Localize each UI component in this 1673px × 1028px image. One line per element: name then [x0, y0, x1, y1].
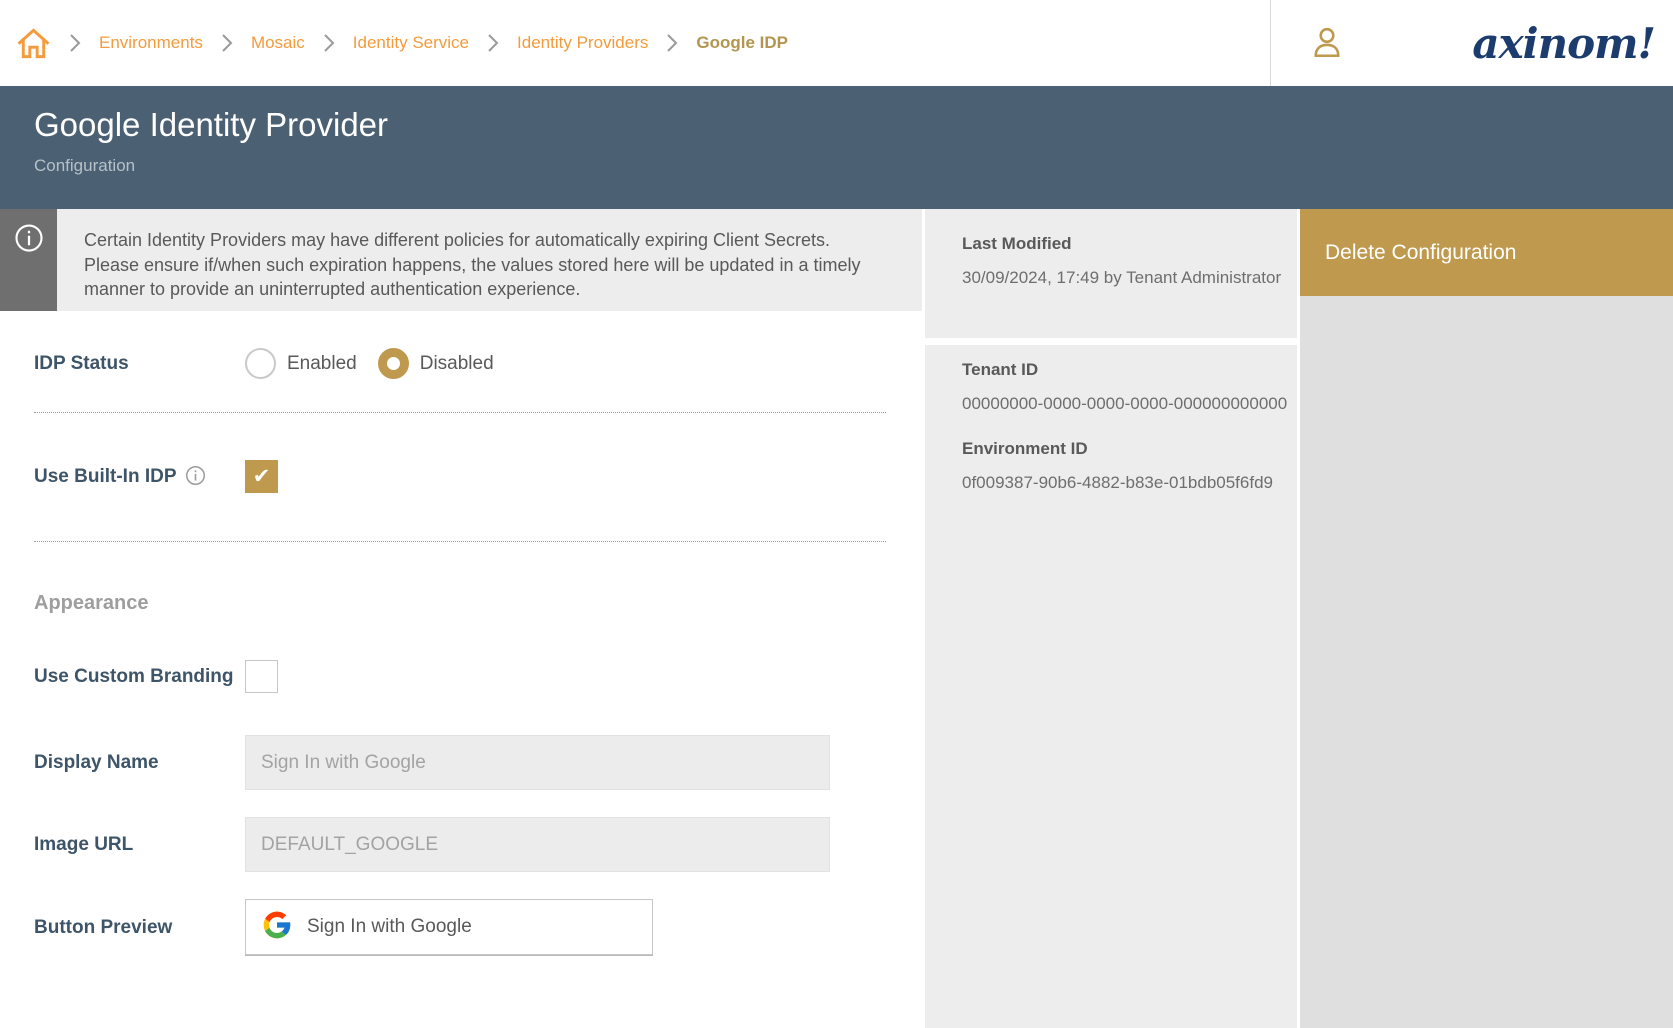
page-title: Google Identity Provider [34, 106, 1673, 144]
google-sign-in-button-preview: Sign In with Google [245, 899, 653, 955]
breadcrumb-mosaic[interactable]: Mosaic [251, 33, 305, 53]
main-column: Certain Identity Providers may have diff… [0, 209, 922, 1028]
info-banner-text: Certain Identity Providers may have diff… [57, 209, 922, 311]
tenant-id-label: Tenant ID [962, 360, 1279, 380]
use-built-in-idp-checkbox[interactable] [245, 460, 278, 493]
use-custom-branding-checkbox[interactable] [245, 660, 278, 693]
radio-option-enabled[interactable]: Enabled [245, 348, 378, 379]
use-built-in-idp-row: Use Built-In IDP [34, 460, 886, 493]
chevron-right-icon [487, 33, 499, 53]
button-preview-label: Button Preview [34, 916, 245, 939]
google-g-icon [261, 909, 293, 946]
use-built-in-idp-label: Use Built-In IDP [34, 465, 245, 488]
chevron-right-icon [666, 33, 678, 53]
ids-section: Tenant ID 00000000-0000-0000-0000-000000… [925, 345, 1297, 1028]
page-subtitle: Configuration [34, 156, 1673, 176]
info-circle-icon[interactable] [185, 465, 206, 486]
display-name-input[interactable] [245, 735, 830, 790]
dotted-separator [34, 412, 886, 413]
environment-id-label: Environment ID [962, 439, 1279, 459]
chevron-right-icon [323, 33, 335, 53]
radio-enabled[interactable] [245, 348, 276, 379]
image-url-input[interactable] [245, 817, 830, 872]
last-modified-section: Last Modified 30/09/2024, 17:49 by Tenan… [925, 209, 1297, 338]
radio-enabled-label: Enabled [287, 353, 357, 375]
breadcrumb-environments[interactable]: Environments [99, 33, 203, 53]
idp-status-row: IDP Status Enabled Disabled [34, 348, 886, 379]
top-bar-right: axinom! [1270, 0, 1673, 86]
image-url-row: Image URL [34, 817, 886, 872]
last-modified-value: 30/09/2024, 17:49 by Tenant Administrato… [962, 268, 1279, 288]
display-name-row: Display Name [34, 735, 886, 790]
radio-disabled[interactable] [378, 348, 409, 379]
button-preview-row: Button Preview Sign In with Google [34, 899, 886, 955]
breadcrumb-identity-service[interactable]: Identity Service [353, 33, 469, 53]
breadcrumb: Environments Mosaic Identity Service Ide… [0, 0, 1270, 86]
environment-id-group: Environment ID 0f009387-90b6-4882-b83e-0… [962, 439, 1279, 493]
app-root: Environments Mosaic Identity Service Ide… [0, 0, 1673, 1028]
info-circle-icon [14, 223, 44, 311]
chevron-right-icon [69, 33, 81, 53]
metadata-panel: Last Modified 30/09/2024, 17:49 by Tenan… [925, 209, 1297, 1028]
top-bar: Environments Mosaic Identity Service Ide… [0, 0, 1673, 86]
page-header: Google Identity Provider Configuration [0, 86, 1673, 209]
axinom-logo: axinom! [1472, 19, 1655, 68]
chevron-right-icon [221, 33, 233, 53]
info-banner-icon-box [0, 209, 57, 311]
tenant-id-value: 00000000-0000-0000-0000-000000000000 [962, 394, 1279, 414]
radio-disabled-label: Disabled [420, 353, 494, 375]
environment-id-value: 0f009387-90b6-4882-b83e-01bdb05f6fd9 [962, 473, 1279, 493]
use-custom-branding-row: Use Custom Branding [34, 660, 886, 693]
breadcrumb-current-google-idp: Google IDP [696, 33, 788, 53]
user-icon[interactable] [1309, 25, 1345, 61]
radio-option-disabled[interactable]: Disabled [378, 348, 515, 379]
dotted-separator [34, 541, 886, 542]
configuration-form: IDP Status Enabled Disabled Use Built-In… [0, 348, 922, 955]
home-icon[interactable] [16, 26, 51, 61]
appearance-heading: Appearance [34, 592, 886, 615]
info-banner: Certain Identity Providers may have diff… [0, 209, 922, 311]
use-custom-branding-label: Use Custom Branding [34, 665, 245, 688]
display-name-label: Display Name [34, 751, 245, 774]
breadcrumb-identity-providers[interactable]: Identity Providers [517, 33, 648, 53]
idp-status-label: IDP Status [34, 352, 245, 375]
tenant-id-group: Tenant ID 00000000-0000-0000-0000-000000… [962, 360, 1279, 414]
action-column-background [1300, 296, 1673, 1028]
delete-configuration-button[interactable]: Delete Configuration [1300, 209, 1673, 296]
action-column: Delete Configuration [1300, 209, 1673, 1028]
image-url-label: Image URL [34, 833, 245, 856]
preview-button-text: Sign In with Google [307, 916, 472, 938]
content-area: Certain Identity Providers may have diff… [0, 209, 1673, 1028]
last-modified-label: Last Modified [962, 234, 1279, 254]
